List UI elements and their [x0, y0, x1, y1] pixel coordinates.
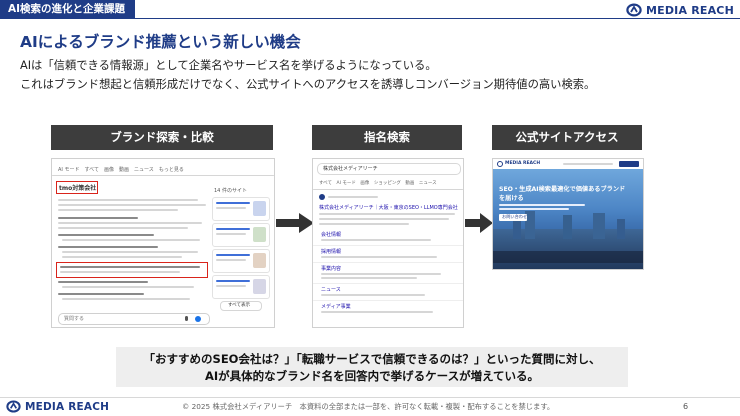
brand-logo-top: MEDIA REACH	[626, 2, 734, 18]
show-all-button[interactable]: すべて表示	[220, 301, 262, 311]
sitelink-recruit[interactable]: 採用情報	[321, 248, 341, 255]
source-count: 14 件のサイト	[214, 188, 247, 194]
top-divider	[0, 18, 740, 19]
ai-tabs: AI モード すべて 画像 動画 ニュース もっと見る	[58, 167, 184, 173]
media-reach-logo-icon-bottom	[6, 400, 21, 413]
note-line-1: 「おすすめのSEO会社は？」「転職サービスで信頼できるのは？」といった質問に対し…	[143, 352, 601, 366]
panel-header-site-access: 公式サイトアクセス	[492, 125, 642, 150]
footer-brand-name: MEDIA REACH	[25, 400, 110, 413]
section-title: AI検索の進化と企業課題	[0, 0, 136, 18]
serp-screenshot: 株式会社メディアリーチ すべて AI モード 画像 ショッピング 動画 ニュース…	[312, 158, 464, 328]
hero-image: SEO・生成AI検索最適化で価値あるブランド を届ける お問い合わせ	[493, 169, 643, 269]
ask-input[interactable]: 質問する	[58, 313, 210, 325]
site-brand: MEDIA REACH	[505, 161, 541, 166]
highlight-brand-box	[56, 262, 208, 278]
sitelink-media[interactable]: メディア事業	[321, 303, 351, 310]
hero-cta-button[interactable]: お問い合わせ	[499, 214, 527, 221]
sitelink-business[interactable]: 事業内容	[321, 265, 341, 272]
official-site-screenshot: MEDIA REACH SEO・生成AI検索最適化で価値あるブランド を届ける …	[492, 158, 644, 270]
slide-heading: AIによるブランド推薦という新しい機会	[20, 33, 301, 51]
hero-title-2: を届ける	[499, 195, 524, 202]
ai-mode-screenshot: AI モード すべて 画像 動画 ニュース もっと見る tmo対策会社 14 件…	[51, 158, 275, 328]
serp-result-title[interactable]: 株式会社メディアリーチ｜大阪・東京のSEO・LLMO専門会社	[319, 204, 458, 211]
lead-text-1: AIは「信頼できる情報源」として企業名やサービス名を挙げるようになっている。	[20, 59, 437, 72]
sitelink-news[interactable]: ニュース	[321, 286, 341, 293]
mic-icon[interactable]	[185, 316, 188, 321]
arrow-right-icon-1	[276, 213, 314, 233]
hero-title-1: SEO・生成AI検索最適化で価値あるブランド	[499, 186, 626, 193]
brand-logo-bottom: MEDIA REACH	[6, 400, 109, 413]
favicon-icon	[319, 194, 325, 200]
brand-name: MEDIA REACH	[645, 3, 734, 17]
sitelink-company[interactable]: 会社情報	[321, 231, 341, 238]
copyright-text: © 2025 株式会社メディアリーチ 本資料の全部または一部を、許可なく転載・複…	[182, 402, 555, 411]
footer-divider	[0, 397, 740, 398]
summary-note: 「おすすめのSEO会社は？」「転職サービスで信頼できるのは？」といった質問に対し…	[116, 347, 628, 387]
panel-header-named-search: 指名検索	[312, 125, 462, 150]
top-bar: AI検索の進化と企業課題 MEDIA REACH	[0, 0, 740, 22]
media-reach-logo-icon	[626, 3, 642, 17]
panel-header-brand-search: ブランド探索・比較	[51, 125, 273, 150]
send-icon[interactable]	[195, 316, 201, 322]
serp-search-input[interactable]: 株式会社メディアリーチ	[317, 163, 461, 175]
lead-text-2: これはブランド想起と信頼形成だけでなく、公式サイトへのアクセスを誘導しコンバージ…	[20, 78, 596, 91]
serp-tabs: すべて AI モード 画像 ショッピング 動画 ニュース	[319, 181, 437, 186]
arrow-right-icon-2	[465, 213, 493, 233]
note-line-2: AIが具体的なブランド名を回答内で挙げるケースが増えている。	[204, 369, 540, 383]
site-logo-icon	[497, 161, 503, 167]
highlight-query-box: tmo対策会社	[56, 181, 98, 194]
page-number: 6	[683, 402, 689, 411]
